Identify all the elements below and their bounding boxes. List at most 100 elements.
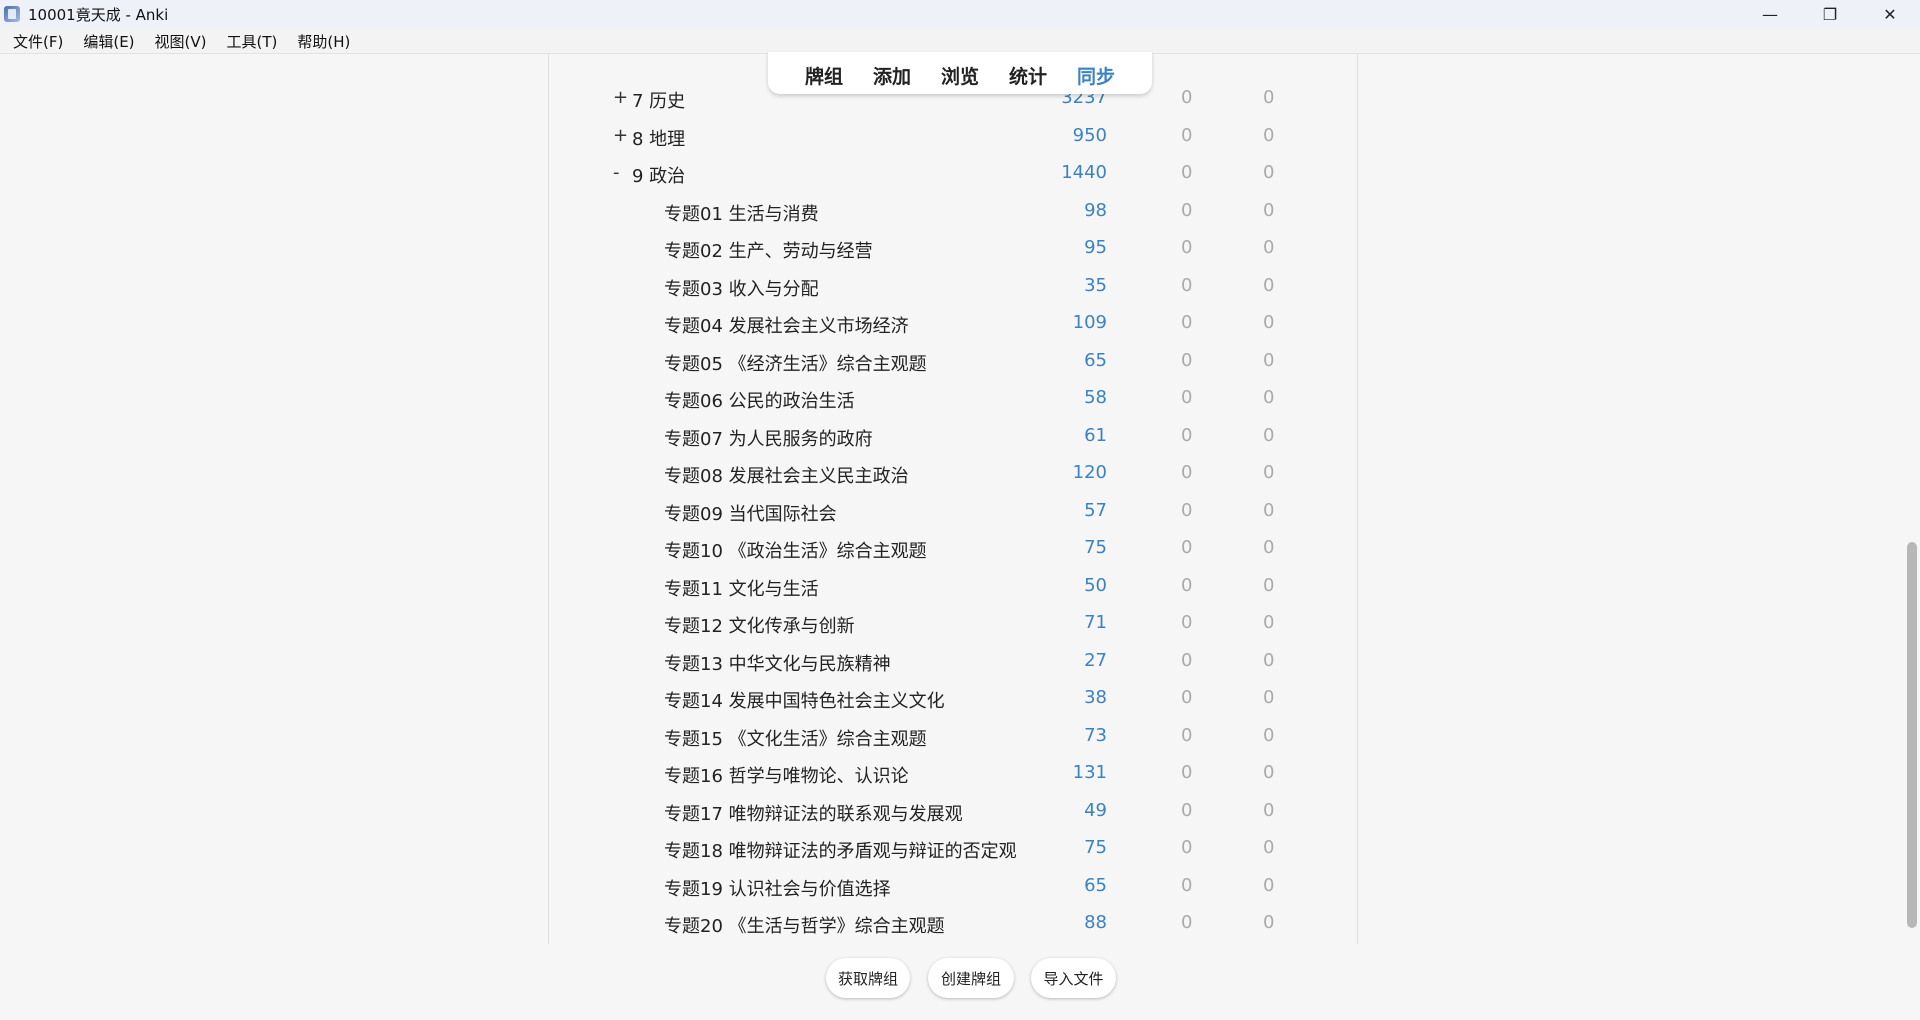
learn-count: 0	[1181, 199, 1193, 221]
deck-name-link[interactable]: 专题12 文化传承与创新	[664, 612, 855, 638]
learn-count: 0	[1181, 837, 1193, 858]
deck-name-link[interactable]: 专题19 认识社会与价值选择	[664, 875, 891, 901]
new-count: 71	[1084, 612, 1107, 633]
main-toolbar: 牌组 添加 浏览 统计 同步	[768, 52, 1152, 94]
new-count: 75	[1084, 837, 1107, 858]
deck-name-link[interactable]: 专题07 为人民服务的政府	[664, 425, 873, 451]
get-shared-decks-button[interactable]: 获取牌组	[826, 958, 910, 998]
tab-decks[interactable]: 牌组	[805, 58, 843, 89]
deck-row[interactable]: +8 地理 950 0 0	[549, 117, 1357, 154]
tab-sync[interactable]: 同步	[1077, 58, 1115, 89]
deck-name-link[interactable]: 专题09 当代国际社会	[664, 500, 837, 526]
window-title: 10001竟天成 - Anki	[28, 5, 169, 24]
deck-name-link[interactable]: 专题13 中华文化与民族精神	[664, 650, 891, 676]
due-count: 0	[1263, 312, 1275, 333]
deck-name-link[interactable]: 专题08 发展社会主义民主政治	[664, 462, 909, 488]
new-count: 35	[1084, 274, 1107, 296]
due-count: 0	[1263, 499, 1275, 521]
create-deck-button[interactable]: 创建牌组	[928, 958, 1014, 998]
deck-name-link[interactable]: 专题01 生活与消费	[664, 200, 819, 226]
deck-row[interactable]: 专题17 唯物辩证法的联系观与发展观 49 0 0	[549, 792, 1357, 829]
deck-name-link[interactable]: 专题05 《经济生活》综合主观题	[664, 350, 927, 376]
deck-row[interactable]: 专题07 为人民服务的政府 61 0 0	[549, 417, 1357, 454]
deck-name-link[interactable]: 专题16 哲学与唯物论、认识论	[664, 762, 909, 788]
new-count: 75	[1084, 537, 1107, 558]
new-count: 61	[1084, 424, 1107, 446]
due-count: 0	[1263, 237, 1275, 258]
learn-count: 0	[1181, 387, 1193, 408]
deck-row[interactable]: 专题09 当代国际社会 57 0 0	[549, 492, 1357, 529]
expand-deck-toggle[interactable]: +	[613, 125, 629, 146]
deck-name-link[interactable]: 8 地理	[632, 125, 685, 151]
learn-count: 0	[1181, 874, 1193, 896]
deck-row[interactable]: 专题04 发展社会主义市场经济 109 0 0	[549, 304, 1357, 341]
menu-help[interactable]: 帮助(H)	[290, 31, 357, 52]
deck-row[interactable]: 专题13 中华文化与民族精神 27 0 0	[549, 642, 1357, 679]
window-controls: — ❐ ✕	[1740, 0, 1920, 28]
due-count: 0	[1263, 612, 1275, 633]
import-file-button[interactable]: 导入文件	[1031, 958, 1116, 998]
deck-row[interactable]: 专题06 公民的政治生活 58 0 0	[549, 379, 1357, 416]
deck-name-link[interactable]: 专题04 发展社会主义市场经济	[664, 312, 909, 338]
new-count: 98	[1084, 199, 1107, 221]
learn-count: 0	[1181, 537, 1193, 558]
deck-row[interactable]: 专题01 生活与消费 98 0 0	[549, 192, 1357, 229]
deck-name-link[interactable]: 专题14 发展中国特色社会主义文化	[664, 687, 945, 713]
deck-row[interactable]: 专题16 哲学与唯物论、认识论 131 0 0	[549, 754, 1357, 791]
deck-row[interactable]: 专题11 文化与生活 50 0 0	[549, 567, 1357, 604]
tab-stats[interactable]: 统计	[1009, 58, 1047, 89]
collapse-deck-toggle[interactable]: -	[613, 162, 629, 183]
minimize-button[interactable]: —	[1740, 0, 1800, 28]
deck-name-link[interactable]: 7 历史	[632, 87, 685, 113]
tab-add[interactable]: 添加	[873, 58, 911, 89]
deck-row[interactable]: 专题18 唯物辩证法的矛盾观与辩证的否定观 75 0 0	[549, 829, 1357, 866]
menu-view[interactable]: 视图(V)	[148, 31, 214, 52]
expand-deck-toggle[interactable]: +	[613, 87, 629, 108]
menu-bar: 文件(F) 编辑(E) 视图(V) 工具(T) 帮助(H)	[0, 28, 1920, 54]
deck-name-link[interactable]: 专题11 文化与生活	[664, 575, 819, 601]
learn-count: 0	[1181, 312, 1193, 333]
deck-row[interactable]: 专题14 发展中国特色社会主义文化 38 0 0	[549, 679, 1357, 716]
deck-name-link[interactable]: 专题02 生产、劳动与经营	[664, 237, 873, 263]
deck-name-link[interactable]: 专题03 收入与分配	[664, 275, 819, 301]
deck-row[interactable]: 专题15 《文化生活》综合主观题 73 0 0	[549, 717, 1357, 754]
deck-row[interactable]: 专题19 认识社会与价值选择 65 0 0	[549, 867, 1357, 904]
due-count: 0	[1263, 762, 1275, 783]
new-count: 65	[1084, 874, 1107, 896]
learn-count: 0	[1181, 349, 1193, 371]
deck-row[interactable]: 专题20 《生活与哲学》综合主观题 88 0 0	[549, 904, 1357, 941]
menu-edit[interactable]: 编辑(E)	[76, 31, 141, 52]
due-count: 0	[1263, 574, 1275, 596]
deck-name-link[interactable]: 专题10 《政治生活》综合主观题	[664, 537, 927, 563]
deck-name-link[interactable]: 专题18 唯物辩证法的矛盾观与辩证的否定观	[664, 837, 1017, 863]
learn-count: 0	[1181, 649, 1193, 671]
new-count: 95	[1084, 237, 1107, 258]
due-count: 0	[1263, 349, 1275, 371]
deck-row[interactable]: 专题05 《经济生活》综合主观题 65 0 0	[549, 342, 1357, 379]
due-count: 0	[1263, 124, 1275, 146]
menu-tools[interactable]: 工具(T)	[220, 31, 285, 52]
tab-browse[interactable]: 浏览	[941, 58, 979, 89]
deck-row[interactable]: 专题10 《政治生活》综合主观题 75 0 0	[549, 529, 1357, 566]
deck-name-link[interactable]: 专题15 《文化生活》综合主观题	[664, 725, 927, 751]
deck-name-link[interactable]: 9 政治	[632, 162, 685, 188]
scrollbar-thumb[interactable]	[1907, 542, 1917, 928]
deck-name-link[interactable]: 专题17 唯物辩证法的联系观与发展观	[664, 800, 963, 826]
deck-row[interactable]: -9 政治 1440 0 0	[549, 154, 1357, 191]
menu-file[interactable]: 文件(F)	[6, 31, 70, 52]
due-count: 0	[1263, 274, 1275, 296]
due-count: 0	[1263, 837, 1275, 858]
new-count: 65	[1084, 349, 1107, 371]
new-count: 57	[1084, 499, 1107, 521]
new-count: 27	[1084, 649, 1107, 671]
deck-list: +7 历史 3237 0 0 +8 地理 950 0 0-9 政治 1440 0 0 专题01 生活与…	[548, 54, 1358, 944]
scrollbar[interactable]	[1904, 54, 1920, 1020]
deck-name-link[interactable]: 专题06 公民的政治生活	[664, 387, 855, 413]
close-button[interactable]: ✕	[1860, 0, 1920, 28]
deck-row[interactable]: 专题12 文化传承与创新 71 0 0	[549, 604, 1357, 641]
deck-name-link[interactable]: 专题20 《生活与哲学》综合主观题	[664, 912, 945, 938]
deck-row[interactable]: 专题03 收入与分配 35 0 0	[549, 267, 1357, 304]
restore-button[interactable]: ❐	[1800, 0, 1860, 28]
deck-row[interactable]: 专题08 发展社会主义民主政治 120 0 0	[549, 454, 1357, 491]
deck-row[interactable]: 专题02 生产、劳动与经营 95 0 0	[549, 229, 1357, 266]
